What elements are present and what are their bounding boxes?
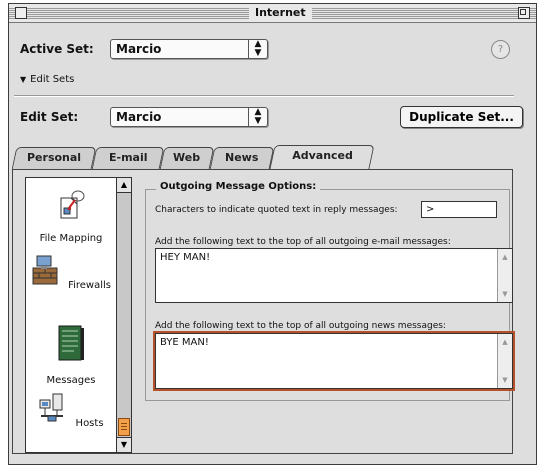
tab-web[interactable]: Web <box>159 147 215 169</box>
messages-icon <box>58 325 84 361</box>
list-item-file-mapping[interactable]: File Mapping <box>26 188 116 245</box>
tab-news[interactable]: News <box>209 147 275 169</box>
email-header-text: HEY MAN! <box>160 252 211 263</box>
popup-arrows-icon: ▲ ▼ <box>248 108 267 126</box>
firewalls-icon <box>32 255 58 285</box>
news-header-label: Add the following text to the top of all… <box>155 321 446 331</box>
category-list[interactable]: File Mapping Firewalls Messages Hosts <box>25 177 117 453</box>
list-item-label: File Mapping <box>39 233 103 244</box>
email-header-label: Add the following text to the top of all… <box>155 237 451 247</box>
news-header-textarea[interactable]: BYE MAN! ▲ ▼ <box>155 333 513 389</box>
divider <box>14 95 514 97</box>
duplicate-set-button[interactable]: Duplicate Set... <box>400 106 523 128</box>
window-title: Internet <box>249 5 312 20</box>
quote-chars-label: Characters to indicate quoted text in re… <box>155 205 398 215</box>
edit-set-label: Edit Set: <box>20 110 79 124</box>
scroll-thumb[interactable] <box>118 418 130 436</box>
disclosure-triangle-icon[interactable]: ▼ <box>20 75 26 84</box>
list-item-label: Hosts <box>75 418 104 429</box>
scroll-down-arrow-icon[interactable]: ▼ <box>117 437 131 452</box>
hosts-icon <box>39 393 64 422</box>
active-set-value: Marcio <box>116 42 162 56</box>
list-item-hosts[interactable]: Hosts <box>26 392 116 430</box>
file-mapping-icon <box>60 190 85 219</box>
scroll-down-arrow-icon[interactable]: ▼ <box>498 288 512 300</box>
scroll-up-arrow-icon[interactable]: ▲ <box>498 251 512 263</box>
edit-set-popup[interactable]: Marcio ▲ ▼ <box>110 107 268 127</box>
textarea-scrollbar[interactable]: ▲ ▼ <box>497 249 512 302</box>
popup-arrows-icon: ▲ ▼ <box>248 40 267 58</box>
zoom-box-icon[interactable] <box>518 7 530 19</box>
edit-set-value: Marcio <box>116 110 162 124</box>
list-item-label: Messages <box>46 375 96 386</box>
scroll-up-arrow-icon[interactable]: ▲ <box>117 178 131 193</box>
scroll-down-arrow-icon[interactable]: ▼ <box>498 374 512 386</box>
email-header-textarea[interactable]: HEY MAN! ▲ ▼ <box>155 248 513 303</box>
list-item-firewalls[interactable]: Firewalls <box>26 254 116 292</box>
category-list-scrollbar[interactable]: ▲ ▼ <box>117 177 132 453</box>
textarea-scrollbar[interactable]: ▲ ▼ <box>497 334 512 388</box>
tab-advanced[interactable]: Advanced <box>269 145 375 169</box>
news-header-text: BYE MAN! <box>160 337 209 348</box>
list-item-label: Firewalls <box>68 280 111 291</box>
edit-sets-label: Edit Sets <box>30 74 75 85</box>
active-set-popup[interactable]: Marcio ▲ ▼ <box>110 39 268 59</box>
tab-personal[interactable]: Personal <box>11 147 97 169</box>
quote-chars-input[interactable]: > <box>421 201 497 218</box>
edit-sets-disclosure[interactable]: ▼ Edit Sets <box>20 74 74 85</box>
list-item-messages[interactable]: Messages <box>26 324 116 387</box>
active-set-label: Active Set: <box>20 42 94 56</box>
help-icon[interactable]: ? <box>491 40 510 59</box>
scroll-up-arrow-icon[interactable]: ▲ <box>498 336 512 348</box>
close-box-icon[interactable] <box>15 7 27 19</box>
group-title: Outgoing Message Options: <box>156 181 321 192</box>
title-bar[interactable]: Internet <box>9 4 536 23</box>
tab-email[interactable]: E-mail <box>91 147 165 169</box>
